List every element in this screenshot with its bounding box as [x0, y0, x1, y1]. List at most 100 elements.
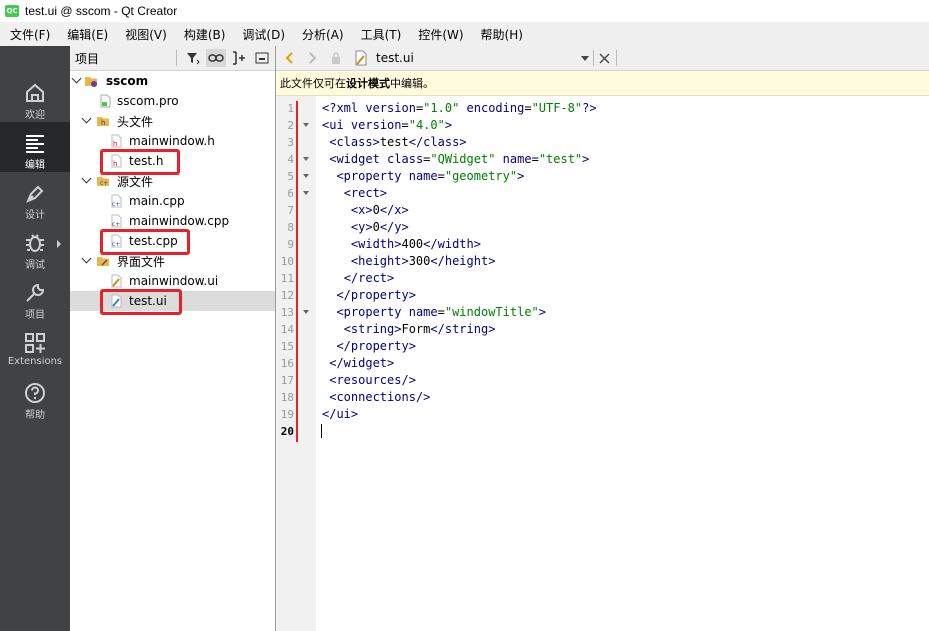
link-icon — [208, 54, 224, 62]
forward-arrow-icon[interactable] — [306, 52, 318, 64]
wrench-icon — [26, 283, 45, 302]
close-document-icon[interactable] — [599, 53, 610, 64]
line-number: 17 — [280, 374, 294, 387]
menu-debug[interactable]: 调试(D) — [232, 26, 292, 43]
mode-extensions[interactable]: Extensions — [0, 322, 70, 372]
code-line: </property> — [336, 288, 416, 302]
line-number: 9 — [287, 238, 294, 251]
chevron-down-icon — [81, 253, 92, 264]
highlight-test-ui — [100, 289, 182, 315]
pen-icon — [26, 185, 44, 203]
code-line: </ui> — [322, 407, 359, 421]
code-line: </rect> — [343, 271, 395, 285]
code-line: <resources/> — [329, 373, 416, 387]
expand-arrow-icon — [57, 240, 61, 248]
line-number: 12 — [280, 289, 294, 302]
toolbar-divider — [616, 50, 617, 66]
svg-text:c+: c+ — [100, 180, 108, 187]
tree-folder-label: 界面文件 — [117, 254, 166, 269]
close-pane-button[interactable] — [252, 49, 272, 67]
code-line: <rect> — [343, 186, 388, 200]
line-number: 20 — [280, 425, 294, 438]
extensions-icon — [25, 333, 45, 353]
line-number: 19 — [280, 408, 294, 421]
code-line: <property name="windowTitle"> — [336, 305, 547, 319]
mode-label: 编辑 — [25, 160, 45, 171]
tree-item-file[interactable]: c+ main.cpp — [70, 191, 275, 211]
project-folder-icon — [85, 77, 97, 87]
info-prefix: 此文件仅可在 — [280, 77, 346, 90]
highlight-test-h — [100, 149, 180, 175]
menu-help[interactable]: 帮助(H) — [471, 26, 530, 43]
mode-label: 设计 — [25, 210, 45, 221]
fold-marker-icon[interactable] — [303, 174, 309, 178]
code-line: <connections/> — [329, 390, 431, 404]
back-arrow-icon[interactable] — [284, 52, 296, 64]
info-design-mode: 设计模式 — [346, 77, 390, 90]
chevron-down-icon — [81, 173, 92, 184]
filter-icon — [187, 53, 200, 65]
project-pane-title: 项目 — [75, 51, 100, 66]
mode-label: 帮助 — [25, 410, 45, 421]
menu-file[interactable]: 文件(F) — [0, 26, 57, 43]
line-number: 6 — [287, 187, 294, 200]
menu-tools[interactable]: 工具(T) — [351, 26, 409, 43]
project-pane-toolbar: 项目 — [70, 46, 275, 71]
code-line: <string>Form</string> — [343, 322, 496, 336]
tree-folder-headers[interactable]: h 头文件 — [70, 111, 275, 131]
svg-text:h: h — [113, 140, 117, 148]
mode-label: 欢迎 — [25, 110, 45, 121]
mode-edit[interactable]: 编辑 — [0, 122, 70, 172]
mode-welcome[interactable]: 欢迎 — [0, 72, 70, 122]
line-number: 11 — [280, 272, 294, 285]
tree-item-pro-file[interactable]: sscom.pro — [70, 91, 275, 111]
tree-item-file[interactable]: c+ mainwindow.cpp — [70, 211, 275, 231]
line-number: 5 — [287, 170, 294, 183]
highlight-test-cpp — [100, 229, 190, 255]
line-number: 10 — [280, 255, 294, 268]
qt-creator-logo-icon: QC — [5, 5, 19, 17]
fold-marker-icon[interactable] — [303, 157, 309, 161]
mode-design[interactable]: 设计 — [0, 172, 70, 222]
line-number: 3 — [287, 136, 294, 149]
info-suffix: 中编辑。 — [390, 77, 434, 90]
mode-label: 项目 — [25, 310, 45, 321]
code-line: </property> — [336, 339, 416, 353]
mode-help[interactable]: 帮助 — [0, 372, 70, 422]
code-line: <width>400</width> — [350, 237, 481, 251]
filter-button[interactable] — [183, 49, 203, 67]
split-add-icon — [233, 51, 245, 65]
tree-item-label: mainwindow.cpp — [129, 214, 230, 228]
cpp-file-icon: c+ — [111, 214, 122, 228]
tree-item-file[interactable]: mainwindow.ui — [70, 271, 275, 291]
menu-edit[interactable]: 编辑(E) — [57, 26, 115, 43]
code-line: <property name="geometry"> — [336, 169, 525, 183]
line-number: 4 — [287, 153, 294, 166]
code-line: <ui version="4.0"> — [322, 118, 453, 132]
mode-projects[interactable]: 项目 — [0, 272, 70, 322]
header-file-icon: h — [111, 134, 122, 148]
tree-folder-label: 头文件 — [117, 114, 154, 129]
mode-debug[interactable]: 调试 — [0, 222, 70, 272]
code-line: <class>test</class> — [329, 135, 467, 149]
fold-marker-icon[interactable] — [303, 310, 309, 314]
menu-build[interactable]: 构建(B) — [174, 26, 233, 43]
open-document-name[interactable]: test.ui — [376, 51, 414, 65]
project-root-name: sscom — [106, 74, 149, 88]
menu-controls[interactable]: 控件(W) — [408, 26, 470, 43]
tree-item-file[interactable]: h mainwindow.h — [70, 131, 275, 151]
split-button[interactable] — [229, 49, 249, 67]
minimize-pane-icon — [255, 52, 269, 64]
fold-marker-icon[interactable] — [303, 123, 309, 127]
tree-item-root[interactable]: sscom — [70, 71, 275, 91]
svg-text:c+: c+ — [112, 201, 120, 208]
menu-analyze[interactable]: 分析(A) — [292, 26, 351, 43]
source-folder-icon: c+ — [97, 177, 109, 187]
sync-link-button[interactable] — [206, 49, 226, 67]
fold-marker-icon[interactable] — [303, 191, 309, 195]
ui-file-icon — [111, 274, 122, 288]
tree-item-label: main.cpp — [129, 194, 185, 208]
documents-dropdown-icon[interactable] — [581, 56, 589, 61]
mode-label: 调试 — [25, 260, 45, 271]
menu-view[interactable]: 视图(V) — [115, 26, 174, 43]
